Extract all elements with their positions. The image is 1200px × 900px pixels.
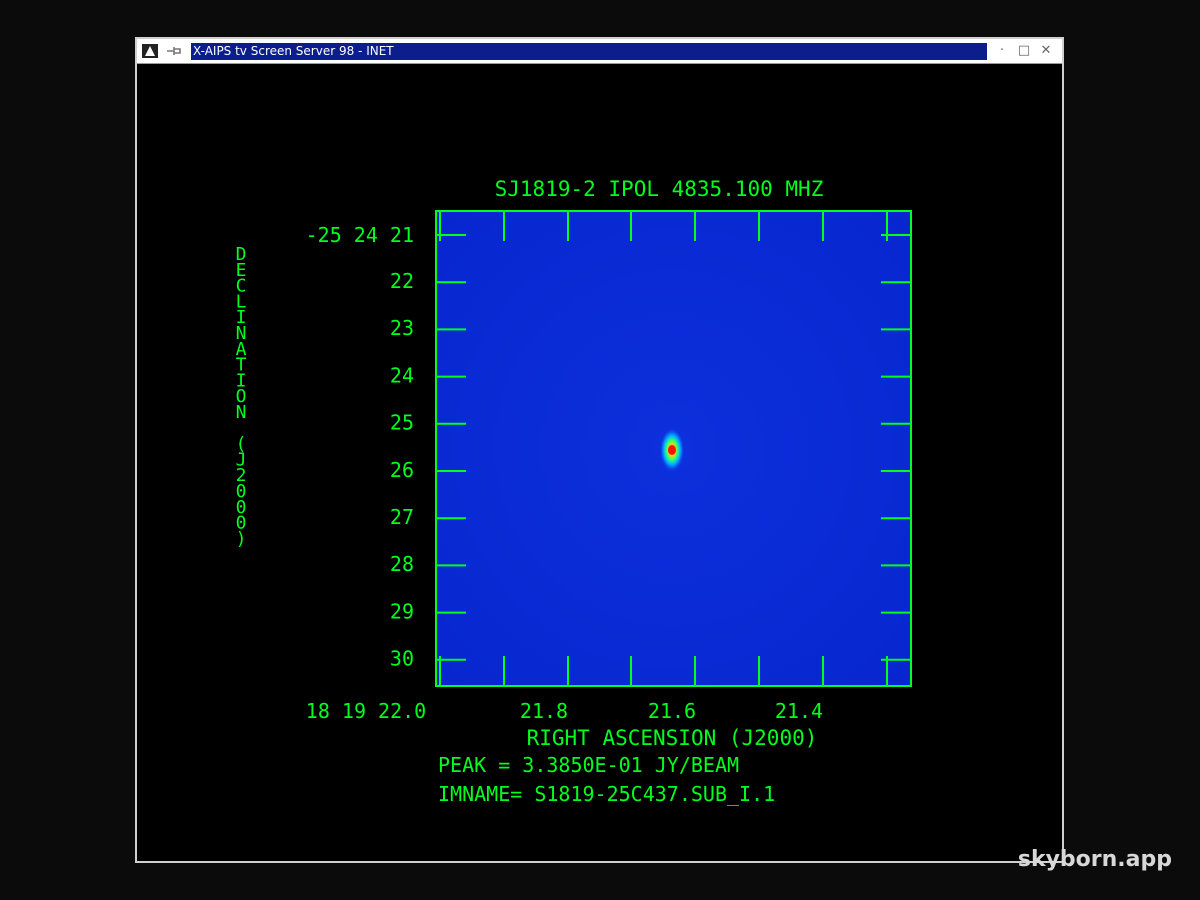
y-tick-label: 29 [390,599,414,623]
y-tick-labels: 22 23 24 25 26 27 28 29 30 [390,269,414,671]
y-tick-label: 25 [390,411,414,435]
plot-title: SJ1819-2 IPOL 4835.100 MHZ [495,177,824,201]
y-tick-label: 28 [390,552,414,576]
y-tick-label: 23 [390,316,414,340]
x-tick-label: 21.6 [648,699,696,723]
y-tick-label: 22 [390,269,414,293]
y-tick-label: 26 [390,458,414,482]
peak-text: PEAK = 3.3850E-01 JY/BEAM [438,753,739,777]
radio-source-peak [668,445,676,455]
y-axis-label: DECLINATION (J 2 0 0 0) [236,244,247,549]
x-tick-label: 21.8 [520,699,568,723]
watermark: skyborn.app [1017,847,1172,872]
y-tick-label: 27 [390,505,414,529]
y-tick-label: -25 24 21 [306,223,414,247]
x-tick-labels: 21.8 21.6 21.4 [520,699,823,723]
x-axis-label: RIGHT ASCENSION (J2000) [527,726,818,750]
x-tick-label: 18 19 22.0 [306,699,426,723]
x-tick-label: 21.4 [775,699,823,723]
imname-text: IMNAME= S1819-25C437.SUB_I.1 [438,782,775,806]
y-tick-label: 30 [390,647,414,671]
y-tick-label: 24 [390,363,414,387]
aips-contour-plot: SJ1819-2 IPOL 4835.100 MHZ -25 24 21 222… [236,177,912,806]
